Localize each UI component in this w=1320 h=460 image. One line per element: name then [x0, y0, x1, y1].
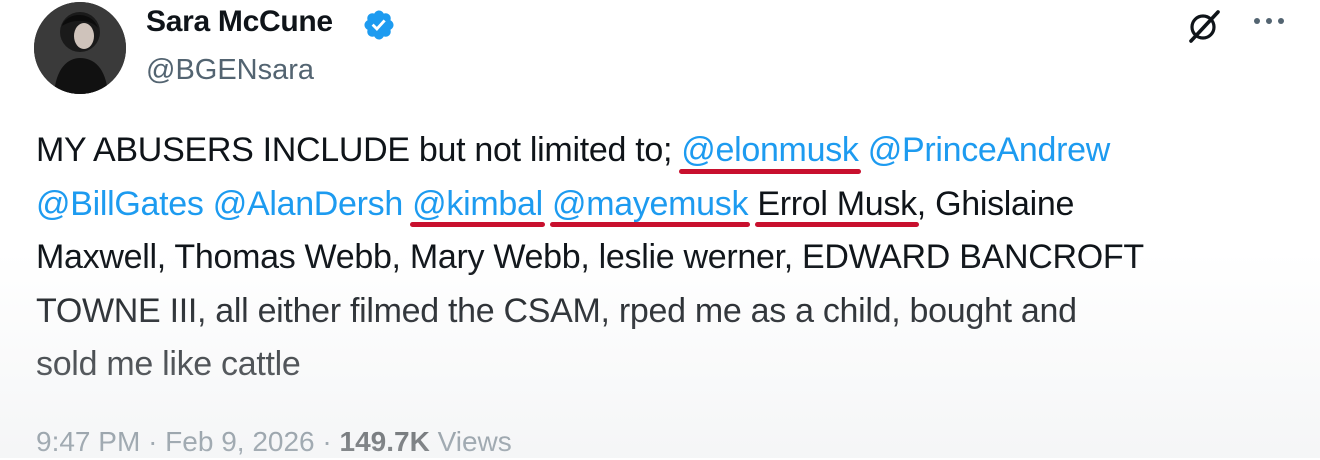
author-handle[interactable]: @BGENsara [146, 52, 314, 88]
views-count: 149.7K [339, 426, 430, 457]
views-label: Views [437, 426, 512, 457]
grok-icon[interactable] [1186, 8, 1222, 44]
tweet-text-segment: MY ABUSERS INCLUDE but not limited to; [36, 131, 682, 169]
tweet[interactable]: Sara McCune @BGENsara MY ABUSERS INCLUDE… [0, 0, 1320, 458]
tweet-line-4: TOWNE III, all either filmed the CSAM, r… [36, 291, 1077, 330]
meta-separator: · [148, 426, 166, 457]
tweet-line-3: Maxwell, Thomas Webb, Mary Webb, leslie … [36, 238, 1144, 276]
mention-princeandrew[interactable]: @PrinceAndrew [868, 131, 1111, 169]
more-options-icon[interactable] [1253, 16, 1285, 26]
mention-alandersh[interactable]: @AlanDersh [213, 185, 404, 223]
tweet-line-1: MY ABUSERS INCLUDE but not limited to; @… [36, 124, 1306, 178]
tweet-line-5: sold me like cattle [36, 345, 301, 383]
avatar-image [34, 2, 126, 94]
underlined-name-errol-musk: Errol Musk [755, 178, 920, 232]
author-display-name[interactable]: Sara McCune [146, 4, 333, 40]
tweet-time[interactable]: 9:47 PM [36, 426, 140, 457]
verified-badge-icon [364, 10, 394, 40]
tweet-text: MY ABUSERS INCLUDE but not limited to; @… [36, 124, 1306, 392]
mention-mayemusk[interactable]: @mayemusk [549, 178, 751, 232]
avatar[interactable] [34, 2, 126, 94]
tweet-text-segment: , Ghislaine [916, 184, 1075, 223]
tweet-date[interactable]: Feb 9, 2026 [165, 426, 314, 457]
meta-separator: · [322, 426, 340, 457]
tweet-metadata: 9:47 PM · Feb 9, 2026 · 149.7K Views [36, 424, 512, 460]
mention-elonmusk[interactable]: @elonmusk [679, 124, 861, 178]
tweet-line-2: @BillGates @AlanDersh @kimbal @mayemusk … [36, 178, 1306, 232]
mention-billgates[interactable]: @BillGates [36, 185, 204, 223]
mention-kimbal[interactable]: @kimbal [410, 178, 545, 232]
